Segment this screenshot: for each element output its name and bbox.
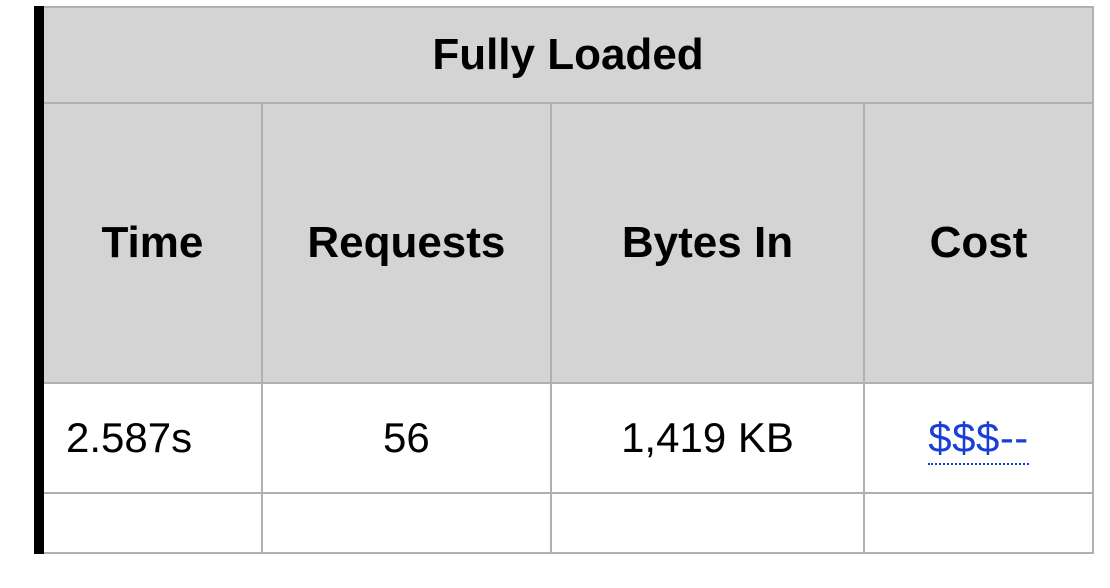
cell-empty xyxy=(864,493,1093,553)
cell-empty xyxy=(262,493,551,553)
cell-empty xyxy=(39,493,262,553)
cell-time: 2.587s xyxy=(39,383,262,493)
col-header-cost: Cost xyxy=(864,103,1093,383)
table-row xyxy=(39,493,1093,553)
cell-cost: $$$-- xyxy=(864,383,1093,493)
table-group-header: Fully Loaded xyxy=(39,7,1093,103)
cell-requests: 56 xyxy=(262,383,551,493)
table-row: 2.587s 56 1,419 KB $$$-- xyxy=(39,383,1093,493)
fully-loaded-table: Fully Loaded Time Requests Bytes In Cost… xyxy=(34,6,1094,554)
col-header-time: Time xyxy=(39,103,262,383)
col-header-bytes-in: Bytes In xyxy=(551,103,864,383)
cell-bytes-in: 1,419 KB xyxy=(551,383,864,493)
col-header-requests: Requests xyxy=(262,103,551,383)
cell-empty xyxy=(551,493,864,553)
cost-link[interactable]: $$$-- xyxy=(928,414,1029,465)
